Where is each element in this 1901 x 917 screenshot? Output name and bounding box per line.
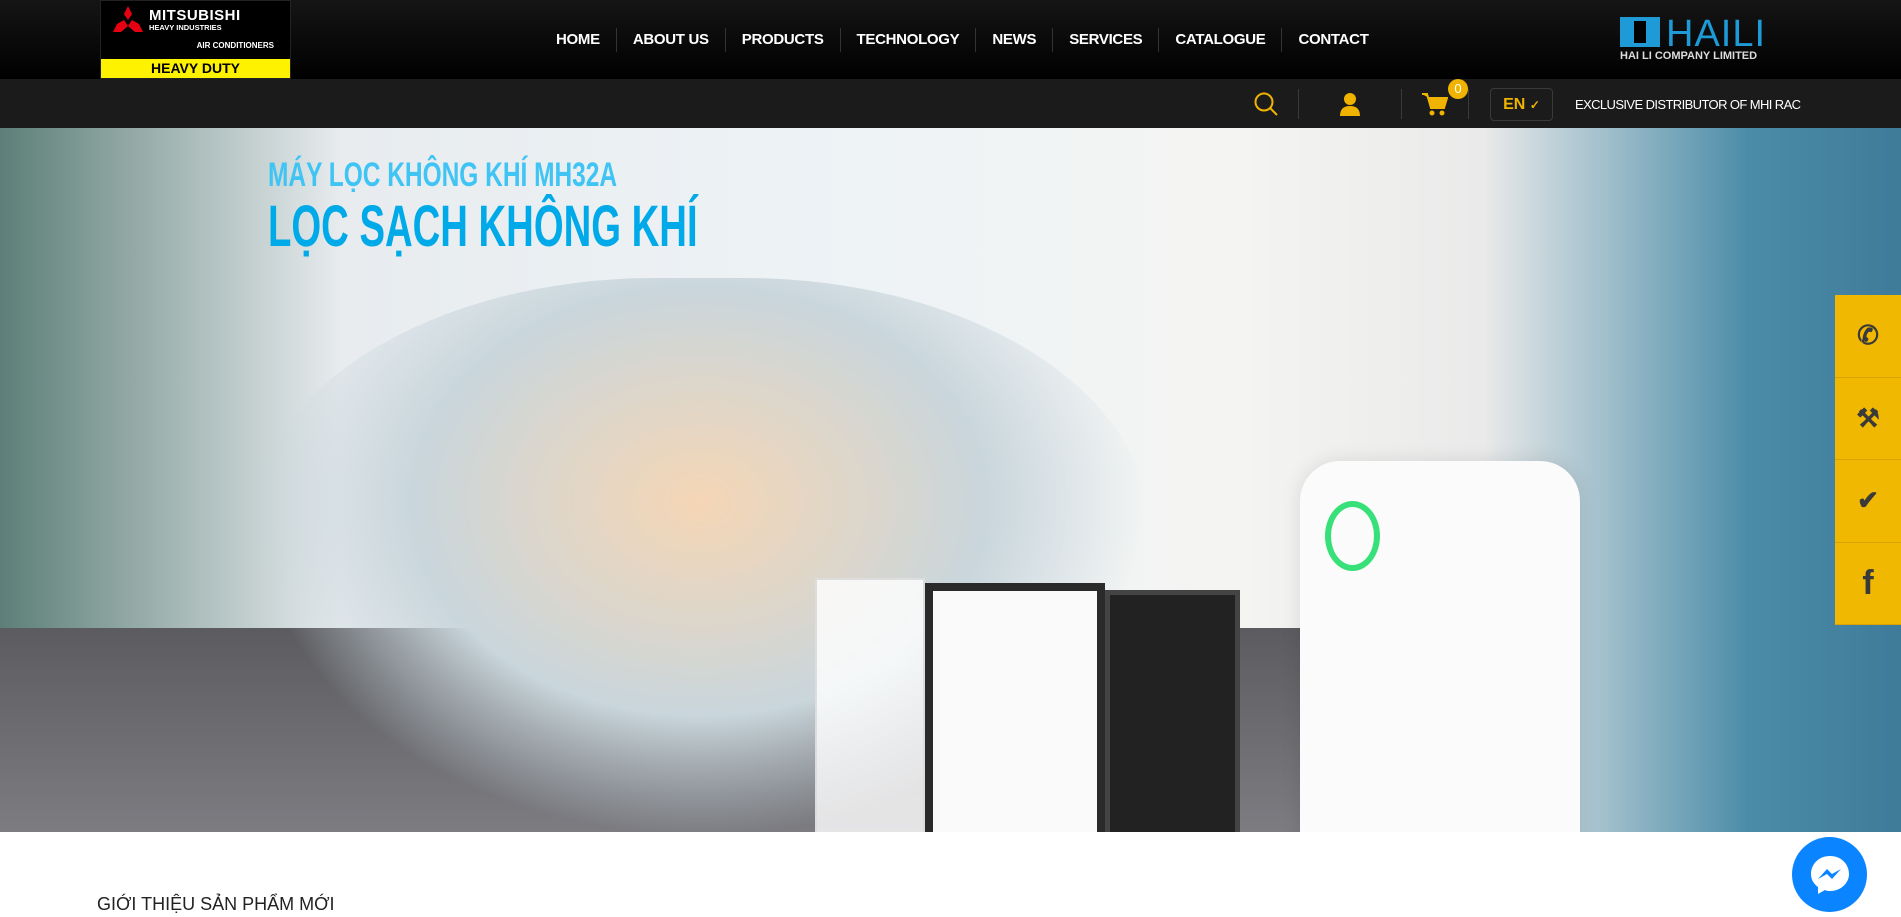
haili-subtitle: HAI LI COMPANY LIMITED (1620, 50, 1758, 62)
nav-contact[interactable]: CONTACT (1281, 28, 1384, 52)
hero-subtitle: MÁY LỌC KHÔNG KHÍ MH32A (268, 156, 618, 194)
tagline: EXCLUSIVE DISTRIBUTOR OF MHI RAC (1575, 97, 1801, 112)
language-label: EN (1503, 96, 1526, 113)
nav-home[interactable]: HOME (540, 28, 616, 52)
main-nav: HOME ABOUT US PRODUCTS TECHNOLOGY NEWS S… (540, 28, 1385, 52)
service-tools-icon[interactable]: ⚒ (1835, 378, 1901, 460)
filter-image (1105, 590, 1240, 832)
haili-wordmark: HAILI (1666, 13, 1767, 55)
warranty-shield-icon[interactable]: ✔ (1835, 460, 1901, 543)
messenger-icon (1810, 855, 1849, 894)
filter-image (925, 583, 1105, 832)
chevron-down-icon: ✓ (1529, 98, 1540, 112)
logo-text: MITSUBISHI (149, 7, 241, 24)
mitsubishi-logo[interactable]: MITSUBISHI HEAVY INDUSTRIES AIR CONDITIO… (100, 0, 291, 79)
search-icon[interactable] (1253, 91, 1279, 117)
divider (1401, 89, 1402, 119)
nav-services[interactable]: SERVICES (1052, 28, 1158, 52)
cart-icon[interactable] (1422, 92, 1448, 116)
logo-text: HEAVY INDUSTRIES (149, 23, 222, 32)
air-purifier-image (1300, 461, 1580, 832)
cart-count-badge: 0 (1448, 79, 1468, 99)
divider (1468, 89, 1469, 119)
divider (1298, 89, 1299, 119)
haili-logo-text: HAILI (1620, 14, 1766, 54)
logo-text: AIR CONDITIONERS (196, 41, 274, 50)
top-header: MITSUBISHI HEAVY INDUSTRIES AIR CONDITIO… (0, 0, 1901, 79)
hero-title: LỌC SẠCH KHÔNG KHÍ (268, 194, 698, 259)
floating-side-menu: ✆ ⚒ ✔ f (1835, 295, 1901, 625)
nav-products[interactable]: PRODUCTS (724, 28, 840, 52)
nav-catalogue[interactable]: CATALOGUE (1158, 28, 1281, 52)
language-selector[interactable]: EN ✓ (1490, 88, 1553, 121)
logo-badge: HEAVY DUTY (101, 59, 290, 78)
haili-mark-icon (1620, 17, 1660, 47)
facebook-icon[interactable]: f (1835, 543, 1901, 625)
haili-logo[interactable]: HAILI HAI LI COMPANY LIMITED (1620, 14, 1800, 64)
user-icon[interactable] (1339, 92, 1361, 116)
purifier-light (1325, 501, 1380, 571)
nav-about-us[interactable]: ABOUT US (615, 28, 725, 52)
messenger-button[interactable] (1792, 837, 1867, 912)
section-title: GIỚI THIỆU SẢN PHẨM MỚI (97, 894, 335, 914)
nav-news[interactable]: NEWS (975, 28, 1052, 52)
mitsubishi-diamonds-icon (113, 6, 143, 32)
filter-image (815, 578, 925, 832)
nav-technology[interactable]: TECHNOLOGY (839, 28, 976, 52)
phone-icon[interactable]: ✆ (1835, 295, 1901, 378)
